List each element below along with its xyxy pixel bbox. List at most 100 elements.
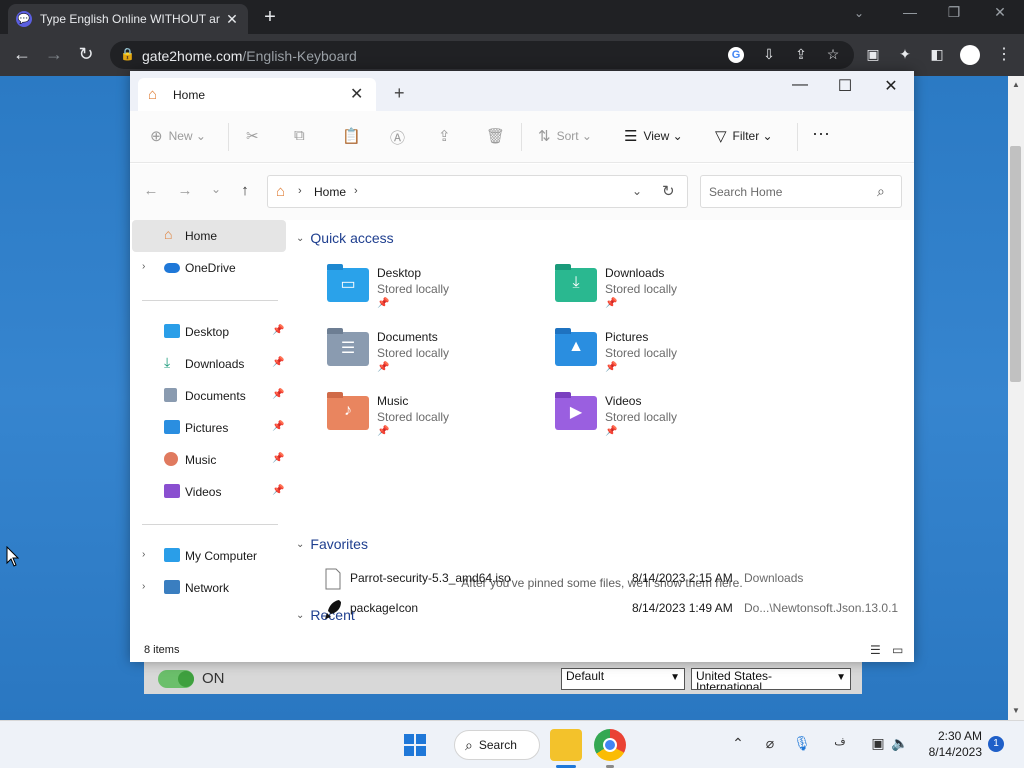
explorer-address-bar[interactable]: ⌂ › Home › ⌄ ↻ bbox=[267, 175, 688, 208]
collapse-chevron-icon[interactable]: ⌄ bbox=[296, 539, 304, 550]
share-icon[interactable]: ⇪ bbox=[792, 46, 810, 63]
collapse-chevron-icon[interactable]: ⌄ bbox=[296, 610, 304, 621]
on-off-toggle[interactable] bbox=[158, 670, 194, 688]
nav-item-network[interactable]: › Network bbox=[132, 572, 286, 604]
scroll-up-icon[interactable]: ▲ bbox=[1012, 80, 1020, 89]
start-windows-icon[interactable] bbox=[404, 734, 426, 756]
browser-tab[interactable]: 💬 Type English Online WITHOUT ar ✕ bbox=[8, 4, 248, 34]
quick-access-music[interactable]: ♪ Music Stored locally 📌 bbox=[327, 392, 547, 448]
scroll-down-icon[interactable]: ▼ bbox=[1012, 706, 1020, 715]
explorer-minimize-icon[interactable]: — bbox=[788, 76, 812, 94]
quick-access-pictures[interactable]: ▲ Pictures Stored locally 📌 bbox=[555, 328, 775, 384]
volume-icon[interactable]: 🔈 bbox=[890, 735, 910, 752]
minimize-icon[interactable]: — bbox=[900, 4, 920, 20]
view-button[interactable]: ☰ View ⌄ bbox=[624, 127, 683, 145]
quick-access-videos[interactable]: ▶ Videos Stored locally 📌 bbox=[555, 392, 775, 448]
explorer-tab-home[interactable]: ⌂ Home ✕ bbox=[138, 78, 376, 111]
nav-item-downloads[interactable]: ⤓ Downloads 📌 bbox=[132, 348, 286, 380]
delete-button[interactable]: 🗑 bbox=[486, 127, 511, 145]
pin-icon: 📌 bbox=[605, 426, 618, 437]
keyboard-select[interactable]: United States-International ▼ bbox=[691, 668, 851, 690]
install-app-icon[interactable]: ⇩ bbox=[760, 46, 778, 63]
close-window-icon[interactable]: ✕ bbox=[990, 4, 1010, 21]
nav-item-videos[interactable]: Videos 📌 bbox=[132, 476, 286, 508]
quick-access-downloads[interactable]: ⤓ Downloads Stored locally 📌 bbox=[555, 264, 775, 320]
nav-item-my-computer[interactable]: › My Computer bbox=[132, 540, 286, 572]
bookmark-star-icon[interactable]: ☆ bbox=[824, 46, 842, 63]
explorer-close-icon[interactable]: ✕ bbox=[879, 76, 903, 96]
puzzle-extensions-icon[interactable]: ✦ bbox=[896, 46, 914, 63]
nav-item-documents[interactable]: Documents 📌 bbox=[132, 380, 286, 412]
profile-avatar-icon[interactable] bbox=[960, 45, 980, 65]
taskbar-search-button[interactable]: ⌕ Search bbox=[454, 730, 540, 760]
nav-item-pictures[interactable]: Pictures 📌 bbox=[132, 412, 286, 444]
explorer-maximize-icon[interactable]: ☐ bbox=[833, 76, 857, 96]
restore-icon[interactable]: ❐ bbox=[944, 4, 964, 21]
address-dropdown-icon[interactable]: ⌄ bbox=[632, 184, 642, 198]
notification-badge[interactable]: 1 bbox=[988, 736, 1004, 752]
rename-button[interactable]: Ⓐ bbox=[390, 127, 411, 148]
quick-access-desktop[interactable]: ▭ Desktop Stored locally 📌 bbox=[327, 264, 547, 320]
recent-locations-chevron-icon[interactable]: ⌄ bbox=[206, 182, 226, 196]
breadcrumb-chevron-icon: › bbox=[354, 185, 358, 197]
address-row: ← → ⌄ ↑ ⌂ › Home › ⌄ ↻ Search Home ⌕ bbox=[130, 164, 914, 220]
tab-search-chevron-icon[interactable]: ⌄ bbox=[854, 6, 864, 20]
filter-button[interactable]: ▽ Filter ⌄ bbox=[715, 127, 773, 145]
recent-row[interactable]: Parrot-security-5.3_amd64.iso 8/14/2023 … bbox=[324, 566, 904, 592]
page-scrollbar[interactable]: ▲ ▼ bbox=[1008, 76, 1024, 720]
cut-button[interactable]: ✂ bbox=[246, 127, 265, 145]
expand-chevron-icon[interactable]: › bbox=[142, 261, 145, 272]
collapse-chevron-icon[interactable]: ⌄ bbox=[296, 233, 304, 244]
google-icon[interactable]: G bbox=[728, 47, 744, 63]
quick-access-documents[interactable]: ☰ Documents Stored locally 📌 bbox=[327, 328, 547, 384]
forward-icon[interactable]: → bbox=[43, 44, 65, 65]
paste-button[interactable]: 📋 bbox=[342, 127, 367, 145]
details-view-icon[interactable]: ☰ bbox=[870, 643, 881, 657]
nav-item-music[interactable]: Music 📌 bbox=[132, 444, 286, 476]
close-tab-icon[interactable]: ✕ bbox=[224, 11, 240, 28]
section-favorites[interactable]: ⌄ Favorites bbox=[296, 536, 368, 552]
sort-button[interactable]: ⇅ Sort ⌄ bbox=[538, 127, 592, 145]
nav-item-desktop[interactable]: Desktop 📌 bbox=[132, 316, 286, 348]
nav-item-home[interactable]: ⌂ Home bbox=[132, 220, 286, 252]
explorer-tab-title: Home bbox=[173, 88, 206, 102]
tiles-view-icon[interactable]: ▭ bbox=[892, 643, 903, 657]
expand-chevron-icon[interactable]: › bbox=[142, 549, 145, 560]
section-quick-access[interactable]: ⌄ Quick access bbox=[296, 230, 394, 246]
new-explorer-tab-button[interactable]: + bbox=[394, 83, 405, 104]
extension-icon[interactable]: ▣ bbox=[864, 46, 882, 63]
forward-icon[interactable]: → bbox=[175, 182, 195, 199]
input-language-icon[interactable]: ﻑ bbox=[830, 735, 850, 748]
breadcrumb-home[interactable]: Home bbox=[314, 185, 346, 199]
recent-row[interactable]: packageIcon 8/14/2023 1:49 AM Do...\Newt… bbox=[324, 596, 904, 622]
copy-button[interactable]: ⧉ bbox=[294, 127, 311, 144]
show-hidden-icons-chevron-icon[interactable]: ⌃ bbox=[728, 735, 748, 752]
videos-icon bbox=[164, 484, 180, 498]
address-bar[interactable]: 🔒 gate2home.com/English-Keyboard G ⇩ ⇪ ☆ bbox=[110, 41, 854, 69]
microphone-icon[interactable]: 🎙 bbox=[792, 735, 812, 752]
new-button[interactable]: ⊕ New ⌄ bbox=[150, 127, 206, 145]
clock[interactable]: 2:30 AM 8/14/2023 bbox=[914, 728, 982, 760]
network-icon[interactable]: ▣ bbox=[868, 735, 888, 752]
layout-select[interactable]: Default ▼ bbox=[561, 668, 685, 690]
up-icon[interactable]: ↑ bbox=[235, 182, 255, 199]
download-icon: ⤓ bbox=[164, 354, 171, 370]
new-tab-button[interactable]: + bbox=[258, 6, 282, 28]
file-explorer-icon[interactable] bbox=[550, 729, 582, 761]
expand-chevron-icon[interactable]: › bbox=[142, 581, 145, 592]
share-button[interactable]: ⇪ bbox=[438, 127, 457, 145]
back-icon[interactable]: ← bbox=[11, 44, 33, 65]
close-icon[interactable]: ✕ bbox=[350, 84, 363, 104]
nav-item-onedrive[interactable]: › OneDrive bbox=[132, 252, 286, 284]
refresh-icon[interactable]: ↻ bbox=[662, 182, 675, 200]
side-panel-icon[interactable]: ◧ bbox=[928, 46, 946, 63]
more-options-icon[interactable]: ··· bbox=[812, 123, 830, 144]
back-icon[interactable]: ← bbox=[141, 182, 161, 199]
reload-icon[interactable]: ↻ bbox=[75, 44, 97, 65]
chrome-menu-icon[interactable]: ⋮ bbox=[996, 44, 1012, 64]
chrome-icon[interactable] bbox=[594, 729, 626, 761]
search-input[interactable]: Search Home ⌕ bbox=[700, 175, 902, 208]
scrollbar-thumb[interactable] bbox=[1010, 146, 1021, 382]
site-favicon-icon: 💬 bbox=[16, 11, 32, 27]
network-offline-icon[interactable]: ⌀ bbox=[760, 735, 780, 752]
